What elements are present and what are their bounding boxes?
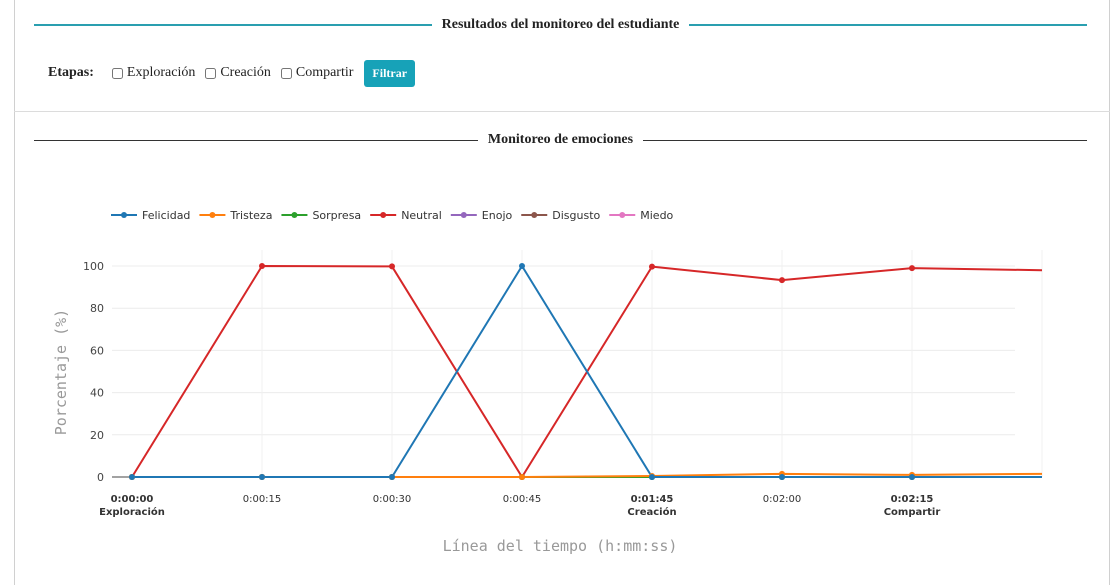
legend-label: Tristeza xyxy=(229,209,272,222)
legend-marker xyxy=(209,212,216,218)
legend-label: Miedo xyxy=(640,209,673,222)
data-point-felicidad xyxy=(519,263,525,269)
legend-marker xyxy=(291,212,298,218)
x-tick-label: 0:00:45 xyxy=(503,494,542,505)
data-point-felicidad xyxy=(129,474,135,480)
y-tick-label: 80 xyxy=(90,302,104,315)
legend-label: Disgusto xyxy=(552,209,600,222)
legend-marker xyxy=(121,212,127,218)
legend-label: Enojo xyxy=(482,209,513,222)
y-axis-title: Porcentaje (%) xyxy=(52,309,70,435)
data-point-felicidad xyxy=(259,474,265,480)
x-tick-label: 0:00:15 xyxy=(243,494,282,505)
y-tick-label: 100 xyxy=(83,260,104,273)
legend-marker xyxy=(380,212,387,218)
legend-label: Felicidad xyxy=(142,209,190,222)
data-point-neutral xyxy=(649,263,655,270)
y-tick-label: 0 xyxy=(97,471,104,484)
stage-label: Compartir xyxy=(884,507,941,518)
legend-marker xyxy=(619,212,626,218)
y-tick-label: 20 xyxy=(90,429,104,442)
x-tick-label: 0:00:30 xyxy=(373,494,412,505)
data-point-felicidad xyxy=(909,474,915,480)
series-line-felicidad xyxy=(132,265,1042,478)
stage-label: Creación xyxy=(627,506,676,518)
data-point-felicidad xyxy=(649,474,655,480)
stage-label: Exploración xyxy=(99,506,165,518)
legend-label: Neutral xyxy=(401,209,442,222)
y-tick-label: 60 xyxy=(90,344,104,357)
legend-marker xyxy=(460,212,467,218)
x-axis-title: Línea del tiempo (h:mm:ss) xyxy=(443,537,678,555)
emotion-line-chart: 0 20 40 60 80 100 0:00:00Exploración 0:00:15 0:0… xyxy=(52,209,1043,555)
y-tick-label: 40 xyxy=(90,387,104,400)
data-point-neutral xyxy=(909,265,915,272)
x-tick-label: 0:00:00 xyxy=(111,494,154,505)
data-point-neutral xyxy=(389,263,395,270)
data-point-felicidad xyxy=(779,474,785,480)
legend-label: Sorpresa xyxy=(312,209,361,222)
data-point-tristeza xyxy=(519,474,525,480)
data-point-neutral xyxy=(779,277,785,284)
x-tick-label: 0:02:00 xyxy=(763,494,802,505)
data-point-felicidad xyxy=(389,474,395,480)
x-tick-label: 0:01:45 xyxy=(631,494,674,505)
data-point-neutral xyxy=(259,263,265,269)
x-tick-label: 0:02:15 xyxy=(891,494,934,505)
legend-marker xyxy=(531,212,538,218)
